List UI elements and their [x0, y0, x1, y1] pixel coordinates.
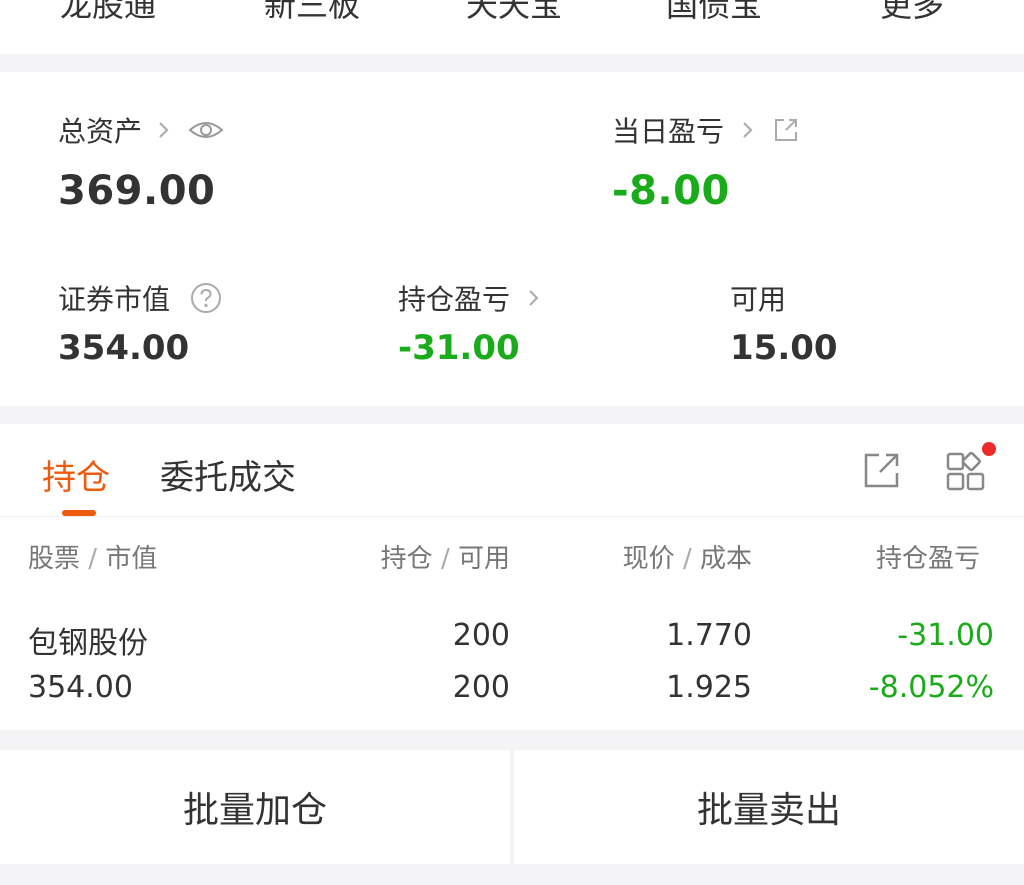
batch-add-button[interactable]: 批量加仓	[0, 750, 510, 864]
holdings-panel: 持仓 委托成交 股票 / 市值 持仓 / 可用 现价 / 成本 持仓盈亏 包钢股…	[0, 424, 1024, 730]
col-header-pnl: 持仓盈亏	[876, 544, 981, 574]
topnav-item-more[interactable]: 更多	[880, 0, 944, 26]
total-assets-label: 总资产	[58, 115, 143, 148]
tab-positions[interactable]: 持仓	[42, 450, 110, 499]
topnav-item-4[interactable]: 国债宝	[666, 0, 762, 26]
pnl-percent: -8.052%	[868, 670, 994, 705]
chevron-right-icon	[743, 122, 753, 138]
table-row[interactable]: 包钢股份 354.00 200 200 1.770 1.925 -31.00 -…	[0, 604, 1024, 730]
market-value-label: 证券市值	[58, 283, 171, 316]
topnav-item-3[interactable]: 天天宝	[466, 0, 562, 26]
current-price: 1.770	[666, 618, 752, 653]
available-label: 可用	[730, 283, 787, 316]
position-pnl-header[interactable]: 持仓盈亏	[398, 278, 542, 318]
available-qty: 200	[452, 670, 510, 705]
batch-sell-button[interactable]: 批量卖出	[514, 750, 1024, 864]
notification-dot	[982, 442, 996, 456]
position-pnl-label: 持仓盈亏	[398, 283, 511, 316]
daily-pnl-label: 当日盈亏	[612, 115, 725, 148]
market-value-value: 354.00	[58, 328, 190, 368]
asset-summary: 总资产 369.00 当日盈亏 -8.00 证券市值 354.00 持仓盈亏 -…	[0, 72, 1024, 406]
chevron-right-icon	[529, 290, 539, 306]
topnav-item-2[interactable]: 新三板	[264, 0, 360, 26]
pnl-amount: -31.00	[897, 618, 994, 653]
eye-icon[interactable]	[188, 118, 224, 142]
col-header-stock: 股票 / 市值	[28, 544, 158, 574]
tab-divider	[0, 516, 1024, 517]
daily-pnl-value: -8.00	[612, 168, 730, 214]
total-assets-value: 369.00	[58, 168, 216, 214]
cost-price: 1.925	[666, 670, 752, 705]
market-value-header: 证券市值	[58, 278, 222, 318]
col-header-price: 现价 / 成本	[622, 544, 752, 574]
total-assets-header[interactable]: 总资产	[58, 110, 224, 150]
position-qty: 200	[452, 618, 510, 653]
help-icon[interactable]	[190, 282, 222, 314]
stock-market-value: 354.00	[28, 670, 133, 705]
position-pnl-value: -31.00	[398, 328, 520, 368]
chevron-right-icon	[159, 122, 169, 138]
external-link-icon[interactable]	[772, 116, 800, 144]
stock-name: 包钢股份	[28, 626, 148, 661]
col-header-position: 持仓 / 可用	[380, 544, 510, 574]
top-nav: 龙股通 新三板 天天宝 国债宝 更多	[0, 0, 1024, 54]
topnav-item-1[interactable]: 龙股通	[60, 0, 156, 26]
share-icon[interactable]	[862, 450, 902, 490]
daily-pnl-header[interactable]: 当日盈亏	[612, 110, 800, 150]
tab-orders[interactable]: 委托成交	[160, 450, 296, 499]
available-value: 15.00	[730, 328, 838, 368]
